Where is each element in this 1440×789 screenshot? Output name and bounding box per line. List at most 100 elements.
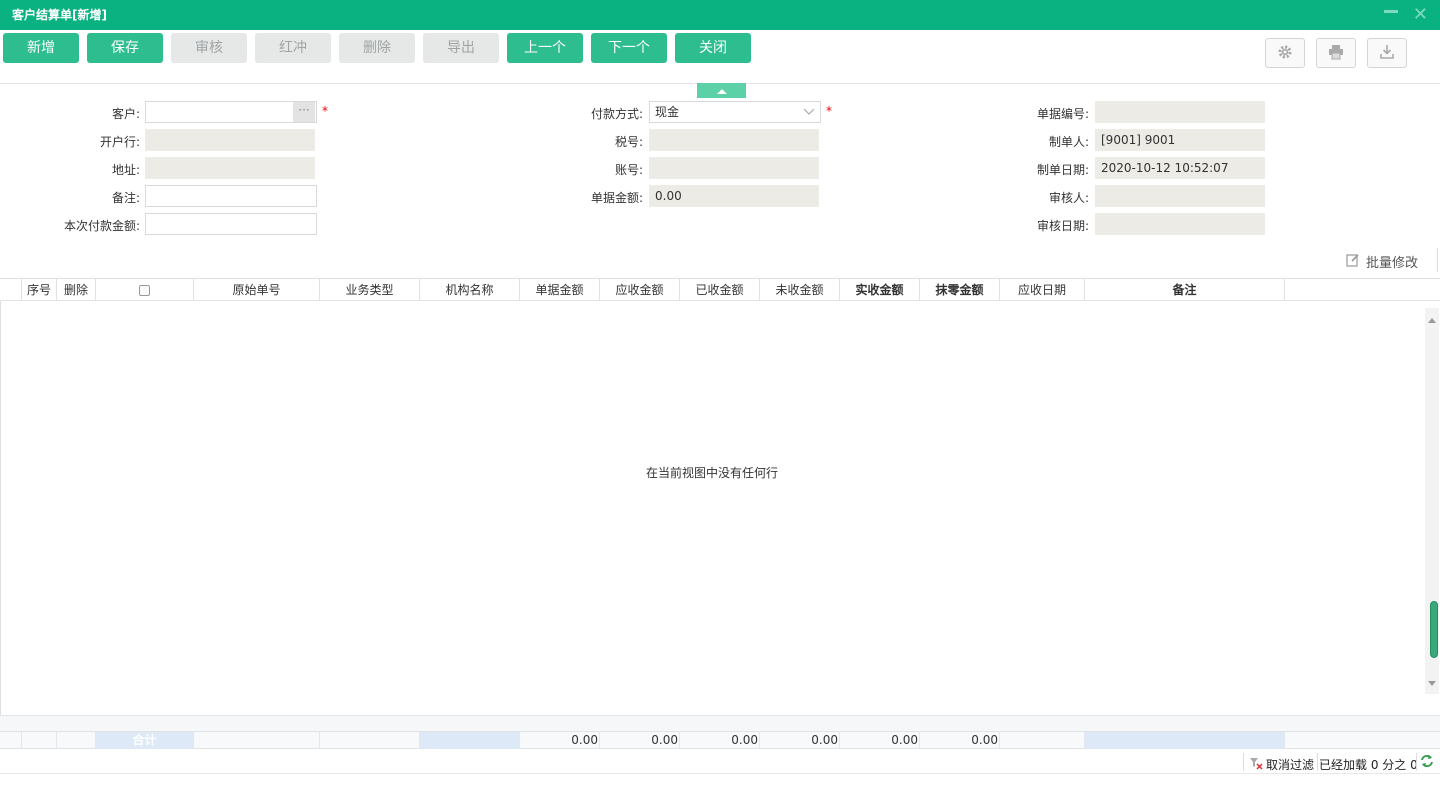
doc-no-field — [1095, 101, 1265, 123]
reviewed-at-field — [1095, 213, 1265, 235]
customer-field[interactable] — [145, 101, 317, 123]
select-all-checkbox[interactable] — [139, 285, 150, 296]
payment-method-value: 现金 — [655, 105, 680, 119]
col-orig-no[interactable]: 原始单号 — [194, 279, 320, 301]
sum-cell — [320, 732, 420, 749]
batch-edit-label: 批量修改 — [1365, 256, 1418, 271]
remark-label: 备注: — [111, 191, 140, 205]
printer-icon — [1328, 44, 1344, 63]
refresh-icon[interactable] — [1420, 754, 1434, 771]
close-button[interactable]: 关闭 — [675, 33, 751, 63]
close-icon[interactable]: ✕ — [1413, 6, 1428, 24]
sum-cell — [1085, 732, 1285, 749]
total-unreceived: 0.00 — [760, 732, 840, 749]
sum-cell — [57, 732, 96, 749]
download-button[interactable] — [1367, 38, 1407, 68]
col-biz-type[interactable]: 业务类型 — [320, 279, 420, 301]
chevron-down-icon — [803, 103, 815, 123]
loaded-status: 已经加载 0 分之 0 — [1319, 758, 1418, 772]
bank-field — [145, 129, 315, 151]
export-button[interactable]: 导出 — [423, 33, 499, 63]
next-button[interactable]: 下一个 — [591, 33, 667, 63]
grid-body — [0, 301, 1440, 715]
address-label: 地址: — [111, 163, 140, 177]
settings-button[interactable] — [1265, 38, 1305, 68]
creator-field: [9001] 9001 — [1095, 129, 1265, 151]
grid-header: 序号 删除 原始单号 业务类型 机构名称 单据金额 应收金额 已收金额 未收金额… — [0, 278, 1440, 301]
created-at-field: 2020-10-12 10:52:07 — [1095, 157, 1265, 179]
remark-field[interactable] — [145, 185, 317, 207]
doc-amount-field: 0.00 — [649, 185, 819, 207]
clear-filter-button[interactable]: 取消过滤 — [1249, 756, 1314, 773]
gear-icon — [1277, 44, 1293, 63]
account-no-label: 账号: — [614, 163, 643, 177]
col-org-name[interactable]: 机构名称 — [420, 279, 520, 301]
sum-cell — [22, 732, 57, 749]
payment-amount-field[interactable] — [145, 213, 317, 235]
col-remark[interactable]: 备注 — [1085, 279, 1285, 301]
payment-method-select[interactable]: 现金 — [649, 101, 821, 123]
divider — [1317, 753, 1318, 771]
customer-label: 客户: — [111, 107, 140, 121]
window-title: 客户结算单[新增] — [12, 8, 107, 22]
scroll-up-icon[interactable] — [1428, 312, 1436, 326]
divider — [1416, 753, 1417, 771]
col-delete[interactable]: 删除 — [57, 279, 96, 301]
download-icon — [1379, 44, 1395, 63]
address-field — [145, 157, 315, 179]
sum-cell — [194, 732, 320, 749]
tax-no-field — [649, 129, 819, 151]
new-button[interactable]: 新增 — [3, 33, 79, 63]
row-indicator-header — [0, 279, 22, 301]
summary-separator — [0, 715, 1440, 731]
reviewer-field — [1095, 185, 1265, 207]
reviewed-at-label: 审核日期: — [1036, 219, 1089, 233]
total-actual: 0.00 — [840, 732, 920, 749]
review-button[interactable]: 审核 — [171, 33, 247, 63]
delete-button[interactable]: 删除 — [339, 33, 415, 63]
divider — [1243, 753, 1244, 771]
col-actual[interactable]: 实收金额 — [840, 279, 920, 301]
required-mark: * — [322, 104, 328, 118]
sum-cell — [1000, 732, 1085, 749]
created-at-label: 制单日期: — [1036, 163, 1089, 177]
chevron-up-icon — [716, 84, 728, 98]
doc-amount-label: 单据金额: — [590, 191, 643, 205]
clear-filter-label: 取消过滤 — [1266, 758, 1315, 772]
col-due-date[interactable]: 应收日期 — [1000, 279, 1085, 301]
scroll-thumb[interactable] — [1430, 601, 1438, 658]
col-receivable[interactable]: 应收金额 — [600, 279, 680, 301]
col-unreceived[interactable]: 未收金额 — [760, 279, 840, 301]
empty-message: 在当前视图中没有任何行 — [645, 466, 778, 480]
print-button[interactable] — [1316, 38, 1356, 68]
tax-no-label: 税号: — [614, 135, 643, 149]
col-received[interactable]: 已收金额 — [680, 279, 760, 301]
filter-clear-icon — [1249, 757, 1263, 773]
toolbar: 新增 保存 审核 红冲 删除 导出 上一个 下一个 关闭 — [0, 30, 1440, 84]
total-label: 合计 — [96, 732, 194, 749]
col-rounding[interactable]: 抹零金额 — [920, 279, 1000, 301]
collapse-toggle[interactable] — [697, 83, 746, 98]
sum-cell — [420, 732, 520, 749]
doc-no-label: 单据编号: — [1036, 107, 1089, 121]
col-select-all — [96, 279, 194, 301]
minimize-icon[interactable] — [1384, 10, 1398, 13]
save-button[interactable]: 保存 — [87, 33, 163, 63]
sum-cell — [0, 732, 22, 749]
summary-row: 合计 0.00 0.00 0.00 0.00 0.00 0.00 — [0, 731, 1440, 749]
window-titlebar: 客户结算单[新增] — [0, 0, 1440, 30]
col-doc-amount[interactable]: 单据金额 — [520, 279, 600, 301]
col-seq[interactable]: 序号 — [22, 279, 57, 301]
payment-amount-label: 本次付款金额: — [63, 219, 140, 233]
edit-icon — [1346, 253, 1360, 271]
previous-button[interactable]: 上一个 — [507, 33, 583, 63]
red-reverse-button[interactable]: 红冲 — [255, 33, 331, 63]
payment-method-label: 付款方式: — [590, 107, 643, 121]
total-doc-amount: 0.00 — [520, 732, 600, 749]
reviewer-label: 审核人: — [1048, 191, 1089, 205]
account-no-field — [649, 157, 819, 179]
batch-edit-button[interactable]: 批量修改 — [1346, 252, 1418, 271]
total-received: 0.00 — [680, 732, 760, 749]
customer-lookup-button[interactable]: ··· — [293, 102, 315, 122]
scroll-down-icon[interactable] — [1428, 676, 1436, 690]
